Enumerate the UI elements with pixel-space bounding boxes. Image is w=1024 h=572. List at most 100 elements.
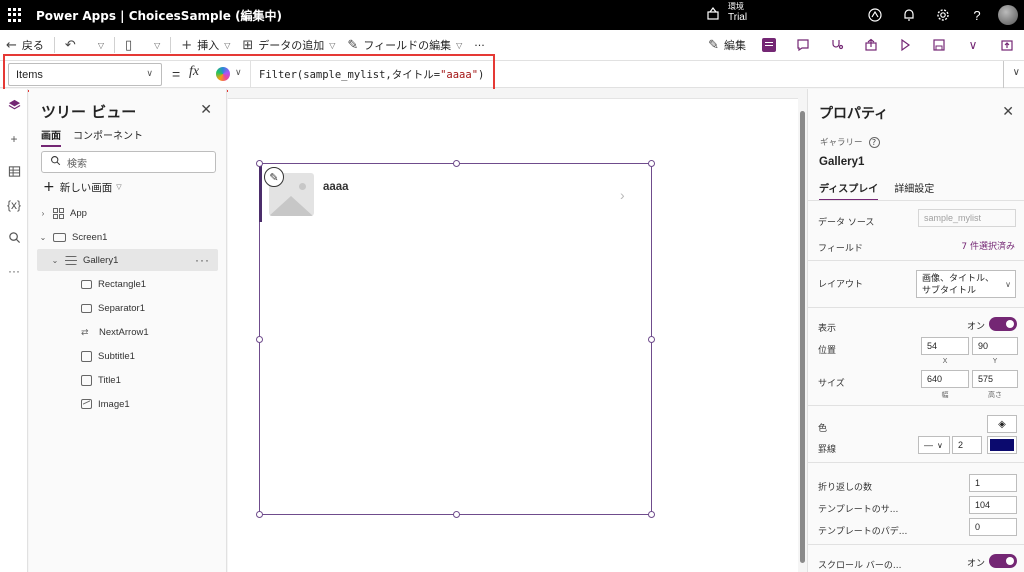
- fields-edit-link[interactable]: 7 件選択済み: [961, 239, 1015, 252]
- gallery1-control[interactable]: ✎ aaaa ›: [256, 160, 655, 518]
- tree-node-app[interactable]: › App: [37, 202, 218, 224]
- tab-display[interactable]: ディスプレイ: [819, 180, 879, 201]
- expand-formula-bar-icon[interactable]: ∨: [1013, 67, 1020, 78]
- paste-button[interactable]: ▯: [119, 30, 143, 60]
- tab-components[interactable]: コンポーネント: [73, 127, 143, 147]
- template-padding-input[interactable]: 0: [969, 518, 1017, 536]
- layout-dropdown[interactable]: 画像、タイトル、サブタイトル ∨: [916, 270, 1016, 298]
- search-icon[interactable]: [0, 221, 28, 254]
- more-commands-button[interactable]: ···: [468, 30, 491, 60]
- tree-node-rectangle1[interactable]: Rectangle1: [37, 273, 218, 295]
- help-icon[interactable]: ?: [960, 0, 994, 30]
- undo-dropdown[interactable]: ▽: [87, 30, 110, 60]
- resize-handle[interactable]: [453, 511, 460, 518]
- tree-view-layers-icon[interactable]: [0, 89, 28, 122]
- settings-gear-icon[interactable]: [926, 0, 960, 30]
- notifications-icon[interactable]: [892, 0, 926, 30]
- resize-handle[interactable]: [256, 160, 263, 167]
- variables-icon[interactable]: {x}: [0, 188, 28, 221]
- chevron-down-icon[interactable]: ⌄: [37, 233, 49, 242]
- environment-picker[interactable]: 環境 Trial: [706, 2, 747, 24]
- copilot-formula-icon[interactable]: [216, 67, 230, 81]
- chevron-down-icon[interactable]: ⌄: [49, 256, 61, 265]
- next-arrow-icon[interactable]: ›: [620, 187, 625, 203]
- formula-input[interactable]: Filter(sample_mylist, タイトル = "aaaa"): [250, 61, 1004, 88]
- undo-button[interactable]: ↶: [59, 30, 87, 60]
- tab-screens[interactable]: 画面: [41, 127, 61, 147]
- wrap-count-input[interactable]: 1: [969, 474, 1017, 492]
- position-y-input[interactable]: 90: [972, 337, 1018, 355]
- new-screen-button[interactable]: + 新しい画面 ▽: [43, 179, 122, 195]
- clipboard-icon: ▯: [124, 37, 133, 53]
- insert-button[interactable]: + 挿入 ▽: [175, 30, 236, 60]
- property-dropdown[interactable]: Items ∨: [8, 63, 162, 86]
- edit-button[interactable]: ✎ 編集: [702, 30, 752, 60]
- more-options-icon[interactable]: ···: [0, 254, 28, 287]
- border-style-dropdown[interactable]: — ∨: [918, 436, 950, 454]
- border-color-swatch[interactable]: [987, 436, 1017, 454]
- height-input[interactable]: 575: [972, 370, 1018, 388]
- data-table-icon[interactable]: [0, 155, 28, 188]
- app-checker-icon[interactable]: [752, 30, 786, 60]
- tree-node-label: Subtitle1: [98, 350, 135, 362]
- tree-node-label: Image1: [98, 398, 130, 410]
- comments-icon[interactable]: [786, 30, 820, 60]
- scrollbar-toggle[interactable]: [989, 554, 1017, 568]
- fill-color-button[interactable]: ◈: [987, 415, 1017, 433]
- screen-icon: [53, 232, 66, 242]
- screen1-canvas[interactable]: ✎ aaaa ›: [228, 98, 798, 572]
- divider: [113, 37, 115, 53]
- chevron-down-icon[interactable]: ∨: [235, 67, 242, 78]
- table-add-icon: ⊞: [242, 37, 254, 53]
- image-icon: [81, 399, 92, 409]
- resize-handle[interactable]: [256, 336, 263, 343]
- tree-node-gallery1[interactable]: ⌄ Gallery1 ···: [37, 249, 218, 271]
- property-value: Items: [16, 68, 43, 81]
- fx-icon[interactable]: fx: [189, 64, 199, 80]
- chevron-down-icon: ▽: [116, 183, 122, 191]
- width-input[interactable]: 640: [921, 370, 969, 388]
- preview-play-icon[interactable]: [888, 30, 922, 60]
- app-launcher-icon[interactable]: [8, 8, 22, 22]
- save-dropdown-icon[interactable]: ∨: [956, 30, 990, 60]
- resize-handle[interactable]: [256, 511, 263, 518]
- next-arrow-icon: ⇄: [81, 327, 89, 337]
- visible-toggle[interactable]: [989, 317, 1017, 331]
- chevron-right-icon[interactable]: ›: [37, 209, 49, 218]
- back-button[interactable]: ← 戻る: [0, 30, 50, 60]
- resize-handle[interactable]: [648, 160, 655, 167]
- paste-dropdown[interactable]: ▽: [143, 30, 166, 60]
- template-size-input[interactable]: 104: [969, 496, 1017, 514]
- data-source-dropdown[interactable]: sample_mylist: [918, 209, 1016, 227]
- border-width-input[interactable]: 2: [952, 436, 982, 454]
- insert-plus-icon[interactable]: +: [0, 122, 28, 155]
- tab-advanced[interactable]: 詳細設定: [894, 180, 934, 201]
- tree-node-nextarrow1[interactable]: ⇄ NextArrow1: [37, 321, 218, 343]
- tree-search-input[interactable]: 検索: [41, 151, 216, 173]
- help-icon[interactable]: ?: [868, 136, 880, 148]
- copilot-icon[interactable]: [858, 0, 892, 30]
- save-icon[interactable]: [922, 30, 956, 60]
- resize-handle[interactable]: [648, 511, 655, 518]
- close-icon[interactable]: ✕: [200, 101, 212, 118]
- resize-handle[interactable]: [648, 336, 655, 343]
- tree-node-screen1[interactable]: ⌄ Screen1: [37, 226, 218, 248]
- edit-fields-button[interactable]: ✎ フィールドの編集 ▽: [341, 30, 468, 60]
- tree-node-title1[interactable]: Title1: [37, 369, 218, 391]
- gallery-item-title[interactable]: aaaa: [323, 181, 349, 193]
- edit-gallery-pencil-icon[interactable]: ✎: [264, 167, 284, 187]
- user-avatar[interactable]: [998, 5, 1018, 25]
- stethoscope-icon[interactable]: [820, 30, 854, 60]
- resize-handle[interactable]: [453, 160, 460, 167]
- tree-node-subtitle1[interactable]: Subtitle1: [37, 345, 218, 367]
- publish-icon[interactable]: [990, 30, 1024, 60]
- tree-node-separator1[interactable]: Separator1: [37, 297, 218, 319]
- add-data-button[interactable]: ⊞ データの追加 ▽: [236, 30, 341, 60]
- close-icon[interactable]: ✕: [1002, 103, 1014, 120]
- canvas-scrollbar[interactable]: [800, 111, 806, 571]
- design-canvas[interactable]: ✎ aaaa ›: [228, 89, 806, 572]
- tree-node-image1[interactable]: Image1: [37, 393, 218, 415]
- position-x-input[interactable]: 54: [921, 337, 969, 355]
- share-icon[interactable]: [854, 30, 888, 60]
- more-options-icon[interactable]: ···: [195, 253, 210, 267]
